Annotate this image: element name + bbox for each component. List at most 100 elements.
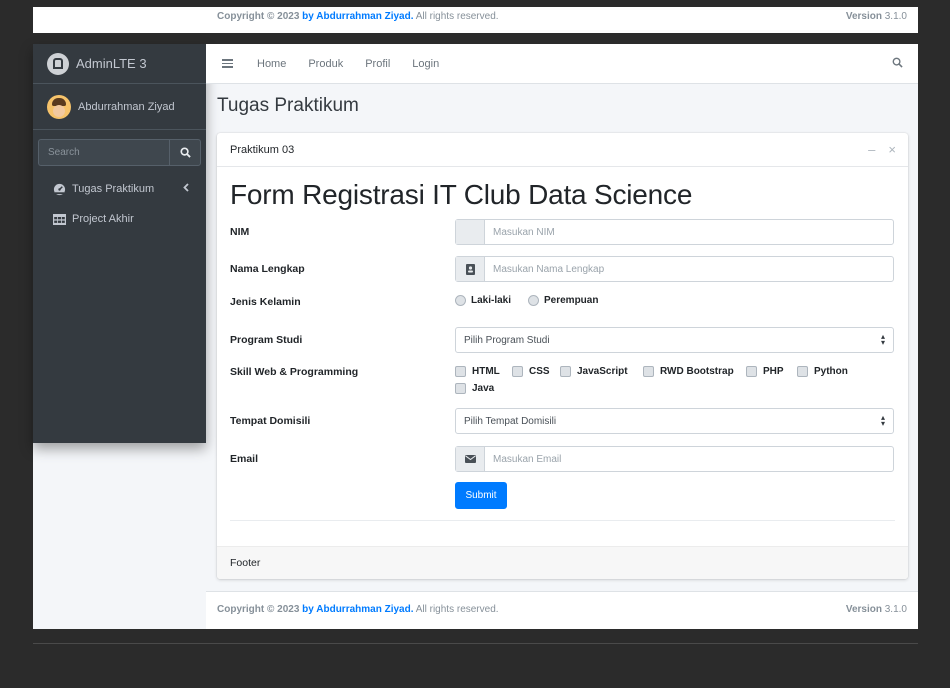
checkbox[interactable] <box>512 366 523 377</box>
version-number: 3.1.0 <box>884 11 907 22</box>
domisili-label: Tempat Domisili <box>230 415 311 427</box>
menu-toggle-icon[interactable] <box>222 59 233 68</box>
email-input[interactable] <box>485 447 893 471</box>
top-footer-strip: Copyright © 2023 by Abdurrahman Ziyad. A… <box>33 7 918 33</box>
card-footer-text: Footer <box>230 557 261 569</box>
checkbox[interactable] <box>746 366 757 377</box>
form-card: Praktikum 03 – × Form Registrasi IT Club… <box>217 133 908 579</box>
nav-link-profil[interactable]: Profil <box>365 58 390 70</box>
rights-text: All rights reserved. <box>415 604 499 615</box>
version: Version 3.1.0 <box>846 604 907 615</box>
top-copyright: Copyright © 2023 by Abdurrahman Ziyad. A… <box>217 11 499 22</box>
checkbox-label: Java <box>472 383 495 394</box>
checkbox[interactable] <box>455 383 466 394</box>
gender-label: Jenis Kelamin <box>230 296 301 308</box>
sidebar: AdminLTE 3 Abdurrahman Ziyad Tugas Prakt… <box>33 44 206 443</box>
search-icon <box>179 147 191 158</box>
domisili-select[interactable]: Pilih Tempat Domisili ▴ ▾ <box>455 408 894 434</box>
email-field <box>455 446 894 472</box>
checkbox[interactable] <box>643 366 654 377</box>
table-icon <box>52 212 66 226</box>
tachometer-icon <box>52 182 66 196</box>
domisili-selected: Pilih Tempat Domisili <box>464 415 557 427</box>
collapse-icon[interactable]: – <box>868 143 875 156</box>
select-caret-icon: ▴ ▾ <box>880 332 885 347</box>
main-footer: Copyright © 2023 by Abdurrahman Ziyad. A… <box>206 591 918 629</box>
checkbox-rwd-bootstrap[interactable]: RWD Bootstrap <box>643 366 734 377</box>
card-title: Praktikum 03 <box>230 143 295 156</box>
prodi-label: Program Studi <box>230 334 303 346</box>
checkbox-php[interactable]: PHP <box>746 366 784 377</box>
sidebar-search <box>38 139 201 166</box>
checkbox-javascript[interactable]: JavaScript <box>560 366 628 377</box>
sidebar-search-input[interactable] <box>38 139 169 166</box>
checkbox-label: PHP <box>763 366 784 377</box>
divider <box>33 643 918 644</box>
checkbox-html[interactable]: HTML <box>455 366 500 377</box>
sidebar-search-button[interactable] <box>169 139 201 166</box>
navbar-search-button[interactable] <box>892 57 903 71</box>
email-label: Email <box>230 453 259 465</box>
adminlte-logo-icon <box>47 52 69 75</box>
user-panel[interactable]: Abdurrahman Ziyad <box>33 84 206 130</box>
rights-text: All rights reserved. <box>415 11 499 22</box>
author-link[interactable]: by Abdurrahman Ziyad. <box>302 11 413 22</box>
nav-link-login[interactable]: Login <box>412 58 439 70</box>
brand-text: AdminLTE 3 <box>76 56 147 71</box>
app-window: AdminLTE 3 Abdurrahman Ziyad Tugas Prakt… <box>33 44 918 629</box>
checkbox-label: HTML <box>472 366 500 377</box>
radio-perempuan[interactable]: Perempuan <box>528 295 598 306</box>
sidebar-item-label: Project Akhir <box>72 213 134 225</box>
radio-button[interactable] <box>528 295 539 306</box>
radio-label: Perempuan <box>544 295 599 306</box>
checkbox[interactable] <box>560 366 571 377</box>
copyright-prefix: Copyright © 2023 <box>217 11 300 22</box>
sidebar-item-tugas-praktikum[interactable]: Tugas Praktikum <box>33 174 206 204</box>
checkbox-python[interactable]: Python <box>797 366 848 377</box>
checkbox-label: RWD Bootstrap <box>660 366 734 377</box>
prodi-select[interactable]: Pilih Program Studi ▴ ▾ <box>455 327 894 353</box>
submit-button[interactable]: Submit <box>455 482 507 509</box>
nama-input[interactable] <box>485 257 893 281</box>
radio-laki-laki[interactable]: Laki-laki <box>455 295 511 306</box>
sidebar-item-project-akhir[interactable]: Project Akhir <box>33 204 206 234</box>
divider <box>230 520 895 521</box>
version-label: Version <box>845 604 882 615</box>
copyright-prefix: Copyright © 2023 <box>217 604 300 615</box>
top-navbar: Home Produk Profil Login <box>206 44 918 84</box>
address-book-icon <box>456 257 485 281</box>
checkbox-css[interactable]: CSS <box>512 366 550 377</box>
select-caret-icon: ▴ ▾ <box>880 413 885 428</box>
card-header: Praktikum 03 – × <box>217 133 908 167</box>
card-tools: – × <box>868 143 896 156</box>
card-footer: Footer <box>217 546 908 579</box>
checkbox-label: JavaScript <box>577 366 628 377</box>
prodi-selected: Pilih Program Studi <box>464 334 550 346</box>
nav-link-produk[interactable]: Produk <box>308 58 343 70</box>
checkbox-label: Python <box>814 366 848 377</box>
author-link[interactable]: by Abdurrahman Ziyad. <box>302 604 413 615</box>
top-version: Version 3.1.0 <box>846 11 907 22</box>
close-icon[interactable]: × <box>888 143 896 156</box>
avatar <box>47 94 71 119</box>
nav-link-home[interactable]: Home <box>257 58 286 70</box>
radio-label: Laki-laki <box>471 295 512 306</box>
sidebar-item-label: Tugas Praktikum <box>72 183 155 195</box>
radio-button[interactable] <box>455 295 466 306</box>
nama-label: Nama Lengkap <box>230 263 305 275</box>
nim-input[interactable] <box>485 220 893 244</box>
nim-addon <box>456 220 485 244</box>
form-title: Form Registrasi IT Club Data Science <box>230 179 693 210</box>
envelope-icon <box>456 447 485 471</box>
brand-link[interactable]: AdminLTE 3 <box>33 44 206 84</box>
copyright: Copyright © 2023 by Abdurrahman Ziyad. A… <box>217 604 499 615</box>
sidebar-nav: Tugas Praktikum Project Akhir <box>33 174 206 234</box>
page-title: Tugas Praktikum <box>217 95 359 116</box>
checkbox[interactable] <box>797 366 808 377</box>
checkbox-java[interactable]: Java <box>455 383 494 394</box>
version-label: Version <box>845 11 882 22</box>
nama-field <box>455 256 894 282</box>
search-icon <box>892 57 903 68</box>
checkbox[interactable] <box>455 366 466 377</box>
chevron-left-icon <box>183 183 189 195</box>
